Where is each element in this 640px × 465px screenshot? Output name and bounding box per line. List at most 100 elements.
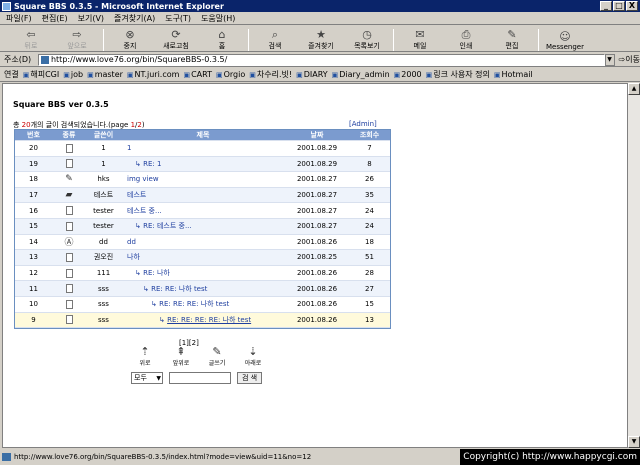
address-dropdown-icon[interactable]: ▼	[604, 53, 615, 66]
post-title-link[interactable]: 테스트	[127, 191, 146, 199]
table-row[interactable]: 12 111 ↳ RE: 나하 2001.08.26 28	[15, 266, 390, 282]
reply-arrow-icon: ↳	[151, 300, 160, 309]
home-label: 홈	[218, 42, 226, 50]
link-item[interactable]: Diary_admin	[332, 70, 389, 79]
link-item[interactable]: master	[87, 70, 123, 79]
action-label: 글쓰기	[208, 360, 226, 367]
ie-icon	[2, 1, 11, 11]
post-views: 13	[365, 315, 374, 324]
post-number: 12	[29, 269, 38, 278]
toolbar-separator	[393, 29, 394, 51]
table-row[interactable]: 18 ✎ hks img view 2001.08.27 26	[15, 172, 390, 188]
link-item[interactable]: NT.juri.com	[127, 70, 180, 79]
post-author: sss	[98, 284, 109, 293]
table-row[interactable]: 15 tester ↳ RE: 테스트 중... 2001.08.27 24	[15, 218, 390, 235]
links-label: 연결	[4, 70, 19, 79]
post-number: 16	[29, 206, 38, 215]
reply-arrow-icon: ↳	[135, 222, 144, 231]
action-icon: ⇣	[248, 345, 258, 358]
action-label: 위로	[139, 360, 151, 367]
post-views: 15	[365, 300, 374, 309]
favorites-label: 즐겨찾기	[308, 42, 334, 50]
search-scope-select[interactable]: 모두	[131, 372, 163, 384]
messenger-button[interactable]: ☺ Messenger	[542, 30, 588, 51]
search-input[interactable]	[169, 372, 231, 384]
link-item[interactable]: CART	[183, 70, 212, 79]
link-item[interactable]: Orgio	[216, 70, 246, 79]
document-icon	[65, 315, 73, 325]
table-row[interactable]: 9 sss ↳ RE: RE: RE: RE: 나하 test 2001.08.26 1…	[15, 312, 390, 329]
page-title: Square BBS ver 0.3.5	[13, 100, 109, 109]
menu-tools[interactable]: 도구(T)	[165, 13, 191, 24]
stop-button[interactable]: ⊗ 중지	[107, 28, 153, 51]
action-button-3[interactable]: ⇣ 아래로	[239, 345, 267, 368]
print-button[interactable]: ⎙ 인쇄	[443, 28, 489, 51]
go-button[interactable]: ⇨이동	[619, 54, 640, 65]
action-button-2[interactable]: ✎ 글쓰기	[203, 346, 231, 368]
edit-label: 편집	[505, 42, 519, 50]
post-author: 테스트	[93, 191, 114, 200]
table-row[interactable]: 17 ▰ 테스트 테스트 2001.08.27 35	[15, 187, 390, 204]
post-title-link[interactable]: RE: 테스트 중...	[143, 222, 192, 230]
header-views: 조회수	[359, 131, 380, 139]
search-button[interactable]: 검 색	[237, 372, 263, 384]
menu-edit[interactable]: 편집(E)	[42, 13, 68, 24]
favorites-button[interactable]: ★ 즐겨찾기	[298, 28, 344, 51]
address-input[interactable]: http://www.love76.org/bin/SquareBBS-0.3.…	[37, 53, 605, 66]
post-number: 14	[29, 237, 38, 246]
menu-help[interactable]: 도움말(H)	[201, 13, 235, 24]
admin-link[interactable]: [Admin]	[349, 120, 377, 128]
post-title-link[interactable]: dd	[127, 238, 136, 246]
table-row[interactable]: 11 sss ↳ RE: RE: 나하 test 2001.08.26 27	[15, 281, 390, 297]
address-bar: 주소(D) http://www.love76.org/bin/SquareBB…	[0, 53, 640, 67]
post-title-link[interactable]: 1	[127, 144, 131, 152]
back-arrow-button[interactable]: ⇦ 뒤로	[8, 28, 54, 51]
action-button-1[interactable]: ⇞ 앞위로	[167, 346, 195, 368]
home-icon: ⌂	[218, 28, 226, 41]
link-item[interactable]: 해피CGI	[23, 69, 59, 80]
edit-button[interactable]: ✎ 편집	[489, 28, 535, 51]
link-item[interactable]: job	[63, 70, 83, 79]
menu-favorites[interactable]: 즐겨찾기(A)	[114, 13, 155, 24]
toolbar-separator	[248, 29, 249, 51]
refresh-button[interactable]: ⟳ 새로고침	[153, 28, 199, 51]
scroll-down-icon[interactable]: ▼	[628, 436, 640, 448]
table-row[interactable]: 16 tester 테스트 중... 2001.08.27 24	[15, 203, 390, 219]
link-item[interactable]: DIARY	[296, 70, 328, 79]
table-row[interactable]: 19 1 ↳ RE: 1 2001.08.29 8	[15, 156, 390, 173]
close-button[interactable]: X	[626, 1, 638, 11]
history-button[interactable]: ◷ 목록보기	[344, 28, 390, 51]
vertical-scrollbar[interactable]: ▲ ▼	[628, 83, 640, 448]
action-button-0[interactable]: ⇡ 위로	[131, 346, 159, 368]
link-item[interactable]: 링크 사용자 정의	[426, 69, 490, 80]
post-type	[52, 268, 86, 278]
minimize-button[interactable]: _	[600, 1, 612, 11]
toolbar-separator	[538, 29, 539, 51]
post-title-link[interactable]: 테스트 중...	[127, 207, 162, 215]
link-item[interactable]: Hotmail	[494, 70, 532, 79]
post-type	[52, 159, 86, 169]
mail-button[interactable]: ✉ 메일	[397, 28, 443, 51]
search-button[interactable]: ⌕ 검색	[252, 28, 298, 51]
post-title-link[interactable]: RE: RE: 나하 test	[151, 285, 207, 293]
post-title-link[interactable]: 나하	[127, 253, 140, 261]
table-row[interactable]: 10 sss ↳ RE: RE: RE: 나하 test 2001.08.26 15	[15, 297, 390, 313]
post-title-link[interactable]: RE: 1	[143, 160, 161, 168]
menu-file[interactable]: 파일(F)	[6, 13, 32, 24]
link-item[interactable]: 차수리.빗!	[249, 69, 292, 80]
link-item[interactable]: 2000	[394, 70, 421, 79]
table-header: 번호 종류 글쓴이 제목 날짜 조회수	[15, 130, 390, 141]
refresh-icon: ⟳	[171, 28, 181, 41]
table-row[interactable]: 13 권오진 나하 2001.08.25 51	[15, 250, 390, 266]
menu-view[interactable]: 보기(V)	[78, 13, 104, 24]
table-row[interactable]: 14 Ⓐdd dd 2001.08.26 18	[15, 235, 390, 251]
post-title-link[interactable]: img view	[127, 175, 159, 183]
maximize-button[interactable]: □	[613, 1, 625, 11]
home-button[interactable]: ⌂ 홈	[199, 28, 245, 51]
table-row[interactable]: 20 1 1 2001.08.29 7	[15, 141, 390, 157]
post-title-link[interactable]: RE: 나하	[143, 269, 170, 277]
post-title-link[interactable]: RE: RE: RE: 나하 test	[159, 300, 229, 308]
post-title-link[interactable]: RE: RE: RE: RE: 나하 test	[167, 316, 251, 324]
scroll-up-icon[interactable]: ▲	[628, 83, 640, 95]
forward-arrow-button[interactable]: ⇨ 앞으로	[54, 28, 100, 51]
